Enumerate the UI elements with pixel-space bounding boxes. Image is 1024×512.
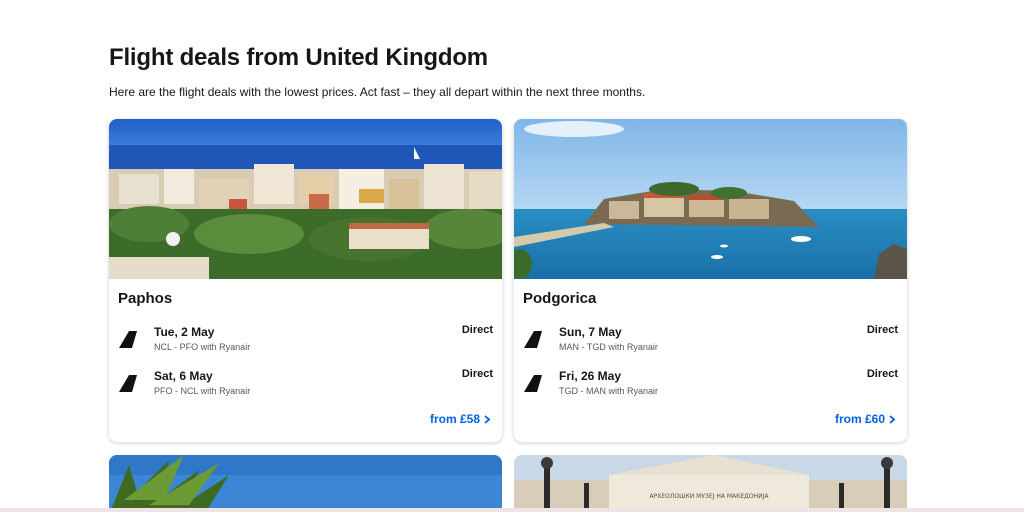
- leg-date: Fri, 26 May: [559, 369, 622, 383]
- leg-route: TGD - MAN with Ryanair: [559, 386, 659, 396]
- airline-tail-icon: [524, 331, 542, 348]
- museum-sign: АРХЕОЛОШКИ МУЗЕЈ НА МАКЕДОНИЈА: [650, 493, 770, 500]
- leg-stops: Direct: [461, 368, 493, 380]
- deal-card-podgorica[interactable]: Podgorica Sun, 7 May MAN - TGD with Ryan…: [514, 119, 907, 442]
- flight-deals-page: Flight deals from United Kingdom Here ar…: [0, 0, 1024, 512]
- leg-stops: Direct: [461, 324, 493, 336]
- leg-date: Sun, 7 May: [559, 325, 622, 339]
- outbound-leg: Sun, 7 May MAN - TGD with Ryanair Direct: [523, 322, 898, 356]
- destination-photo-paphos: [109, 119, 502, 279]
- leg-route: PFO - NCL with Ryanair: [154, 386, 251, 396]
- page-divider: [0, 508, 1024, 512]
- destination-photo-podgorica: [514, 119, 907, 279]
- price-label: from £58: [429, 412, 480, 426]
- airline-tail-icon: [119, 331, 137, 348]
- price-link[interactable]: from £60: [835, 412, 895, 426]
- chevron-right-icon: [484, 414, 490, 424]
- destination-photo: [109, 455, 502, 512]
- page-title: Flight deals from United Kingdom: [109, 44, 488, 71]
- inbound-leg: Sat, 6 May PFO - NCL with Ryanair Direct: [118, 366, 493, 400]
- deal-card-partial[interactable]: [109, 455, 502, 512]
- page-subtitle: Here are the flight deals with the lowes…: [109, 85, 646, 99]
- leg-route: MAN - TGD with Ryanair: [559, 342, 658, 352]
- leg-stops: Direct: [866, 324, 898, 336]
- destination-photo: АРХЕОЛОШКИ МУЗЕЈ НА МАКЕДОНИЈА: [514, 455, 907, 512]
- airline-tail-icon: [524, 375, 542, 392]
- chevron-right-icon: [889, 414, 895, 424]
- inbound-leg: Fri, 26 May TGD - MAN with Ryanair Direc…: [523, 366, 898, 400]
- outbound-leg: Tue, 2 May NCL - PFO with Ryanair Direct: [118, 322, 493, 356]
- deal-card-partial[interactable]: АРХЕОЛОШКИ МУЗЕЈ НА МАКЕДОНИЈА: [514, 455, 907, 512]
- airline-tail-icon: [119, 375, 137, 392]
- price-label: from £60: [834, 412, 885, 426]
- leg-route: NCL - PFO with Ryanair: [154, 342, 251, 352]
- leg-date: Tue, 2 May: [154, 325, 215, 339]
- price-link[interactable]: from £58: [430, 412, 490, 426]
- deal-card-paphos[interactable]: Paphos Tue, 2 May NCL - PFO with Ryanair…: [109, 119, 502, 442]
- leg-date: Sat, 6 May: [154, 369, 213, 383]
- leg-stops: Direct: [866, 368, 898, 380]
- destination-city: Paphos: [118, 290, 173, 307]
- destination-city: Podgorica: [523, 290, 597, 307]
